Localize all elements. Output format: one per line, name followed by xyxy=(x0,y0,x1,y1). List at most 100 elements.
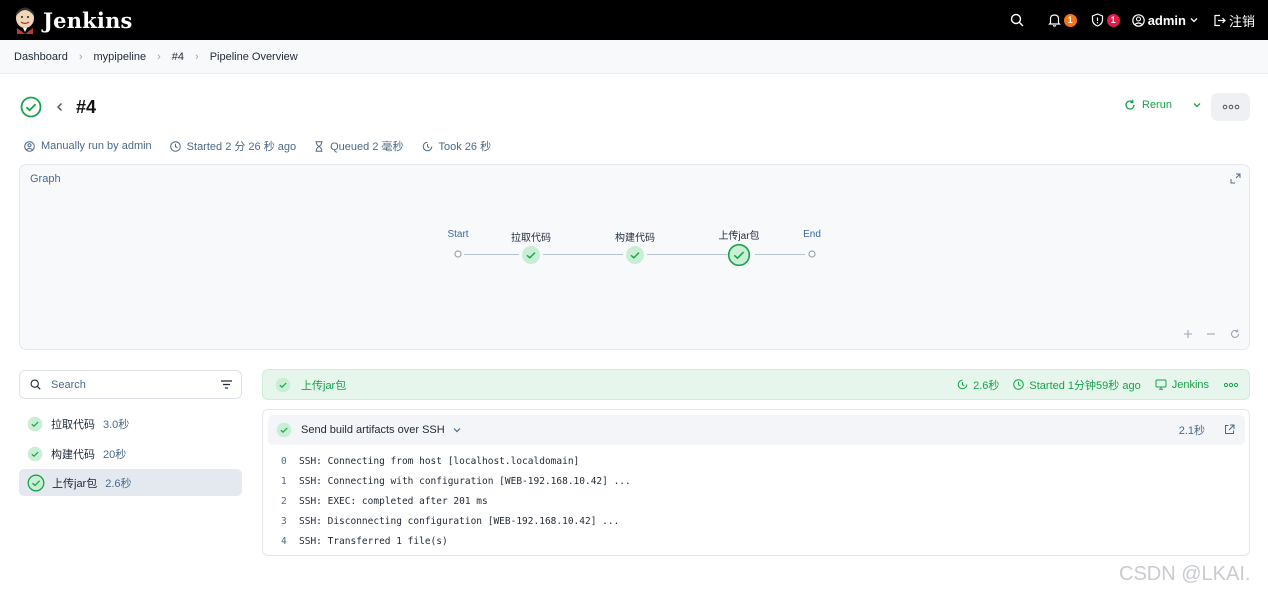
log-line: 1 SSH: Connecting with configuration [WEB… xyxy=(281,476,631,487)
breadcrumb-build[interactable]: #4 xyxy=(172,51,184,63)
stage-started-text: Started 1分钟59秒 ago xyxy=(1029,379,1141,392)
zoom-out-icon[interactable] xyxy=(1206,329,1216,339)
meta-started: Started 2 分 26 秒 ago xyxy=(169,138,297,154)
log-line-number: 0 xyxy=(281,456,287,467)
stage-name: 拉取代码 xyxy=(51,418,95,431)
step-header[interactable]: Send build artifacts over SSH 2.1秒 xyxy=(268,415,1245,445)
stage-duration: 2.6秒 xyxy=(105,477,132,490)
graph-node-start[interactable] xyxy=(454,250,462,258)
more-icon xyxy=(1222,104,1239,110)
hourglass-icon xyxy=(315,140,323,152)
stage-name: 上传jar包 xyxy=(52,477,98,490)
log-line-number: 2 xyxy=(281,496,287,507)
run-header: #4 xyxy=(20,96,96,118)
computer-icon xyxy=(1155,379,1167,390)
stage-agent-info[interactable]: Jenkins xyxy=(1155,379,1209,391)
breadcrumb-dashboard[interactable]: Dashboard xyxy=(14,51,68,63)
logout-button[interactable]: 注销 xyxy=(1213,11,1255,30)
graph-node-label-build: 构建代码 xyxy=(615,233,655,244)
step-log-card: Send build artifacts over SSH 2.1秒 0 SSH:… xyxy=(262,409,1250,556)
notifications-button[interactable]: 1 xyxy=(1047,13,1077,27)
stage-duration: 3.0秒 xyxy=(103,418,130,431)
rerun-button[interactable]: Rerun xyxy=(1124,99,1202,111)
notifications-badge: 1 xyxy=(1063,13,1077,27)
graph-edge xyxy=(755,254,805,255)
chevron-down-icon[interactable] xyxy=(452,425,462,435)
meta-started-text: Started 2 分 26 秒 ago xyxy=(186,141,297,153)
search-button[interactable] xyxy=(1010,13,1024,27)
more-actions-button[interactable] xyxy=(1211,93,1250,121)
log-line-text: SSH: Disconnecting configuration [WEB-19… xyxy=(299,516,620,527)
back-chevron-icon[interactable] xyxy=(54,101,66,113)
page-title: #4 xyxy=(76,96,97,117)
breadcrumb-overview[interactable]: Pipeline Overview xyxy=(210,51,298,63)
stage-name: 构建代码 xyxy=(51,448,95,461)
reset-zoom-icon[interactable] xyxy=(1230,329,1240,339)
log-line: 2 SSH: EXEC: completed after 201 ms xyxy=(281,496,488,507)
timer-icon xyxy=(957,379,968,390)
zoom-in-icon[interactable] xyxy=(1183,329,1193,339)
stage-duration-text: 2.6秒 xyxy=(973,379,1000,392)
success-check-icon xyxy=(276,422,292,438)
meta-queued: Queued 2 毫秒 xyxy=(314,138,404,154)
log-line-text: SSH: EXEC: completed after 201 ms xyxy=(299,496,488,507)
chevron-down-icon[interactable] xyxy=(1192,100,1202,110)
user-menu[interactable]: admin xyxy=(1131,13,1199,28)
graph-node-build[interactable] xyxy=(625,245,645,265)
security-badge: 1 xyxy=(1106,13,1120,27)
step-title: Send build artifacts over SSH xyxy=(301,424,445,436)
success-check-icon xyxy=(275,377,291,392)
search-placeholder: Search xyxy=(51,378,86,391)
chevron-down-icon xyxy=(1190,18,1198,23)
expand-icon[interactable] xyxy=(1230,173,1241,184)
rerun-icon xyxy=(1125,99,1135,110)
stage-started-info: Started 1分钟59秒 ago xyxy=(1013,377,1141,393)
more-icon[interactable] xyxy=(1223,382,1239,388)
user-icon xyxy=(24,140,35,152)
breadcrumb-pipeline[interactable]: mypipeline xyxy=(94,51,147,63)
success-check-icon xyxy=(27,446,43,461)
graph-node-end[interactable] xyxy=(808,250,816,258)
run-meta: Manually run by admin Started 2 分 26 秒 a… xyxy=(24,138,509,154)
graph-node-pull[interactable] xyxy=(521,245,541,265)
log-line-number: 3 xyxy=(281,516,287,527)
pipeline-graph: Graph Start 拉取代码 构建代码 上传jar包 End xyxy=(19,164,1250,350)
graph-label: Graph xyxy=(30,173,61,185)
stage-duration-info: 2.6秒 xyxy=(957,377,999,393)
graph-node-label-start: Start xyxy=(447,229,469,240)
graph-node-label-pull: 拉取代码 xyxy=(511,233,551,244)
graph-edge xyxy=(543,254,623,255)
open-external-icon[interactable] xyxy=(1224,424,1235,435)
rerun-label: Rerun xyxy=(1142,99,1172,111)
selected-stage-header: 上传jar包 2.6秒 Started 1分钟59秒 ago Jenkins xyxy=(262,369,1250,400)
meta-took-text: Took 26 秒 xyxy=(438,141,492,153)
stage-list-item-upload[interactable]: 上传jar包 2.6秒 xyxy=(19,469,242,496)
log-line-text: SSH: Connecting with configuration [WEB-… xyxy=(299,476,631,487)
log-line-text: SSH: Transferred 1 file(s) xyxy=(299,536,448,547)
log-line: 3 SSH: Disconnecting configuration [WEB-1… xyxy=(281,516,619,527)
log-line-number: 4 xyxy=(281,536,287,547)
stage-list-item-pull[interactable]: 拉取代码 3.0秒 xyxy=(19,410,242,437)
filter-icon[interactable] xyxy=(220,379,233,390)
user-icon xyxy=(1131,13,1145,27)
meta-trigger-text: Manually run by admin xyxy=(41,140,152,152)
security-button[interactable]: 1 xyxy=(1091,13,1120,27)
clock-icon xyxy=(1013,379,1025,390)
graph-edge xyxy=(647,254,727,255)
graph-node-upload[interactable] xyxy=(727,243,751,267)
timer-icon xyxy=(422,141,432,151)
breadcrumb: Dashboard › mypipeline › #4 › Pipeline O… xyxy=(0,40,1268,74)
success-status-icon xyxy=(20,96,42,118)
shield-icon xyxy=(1091,13,1103,27)
stage-search-input[interactable]: Search xyxy=(19,370,242,399)
stage-list-item-build[interactable]: 构建代码 20秒 xyxy=(19,440,242,467)
jenkins-butler-icon xyxy=(13,6,37,34)
clock-icon xyxy=(169,140,181,152)
jenkins-logo[interactable]: Jenkins xyxy=(13,6,133,34)
stage-duration: 20秒 xyxy=(103,448,127,461)
chevron-right-icon: › xyxy=(157,50,161,63)
app-name: Jenkins xyxy=(43,7,133,33)
log-line: 0 SSH: Connecting from host [localhost.lo… xyxy=(281,456,579,467)
graph-edge xyxy=(464,254,519,255)
meta-queued-text: Queued 2 毫秒 xyxy=(330,141,404,153)
